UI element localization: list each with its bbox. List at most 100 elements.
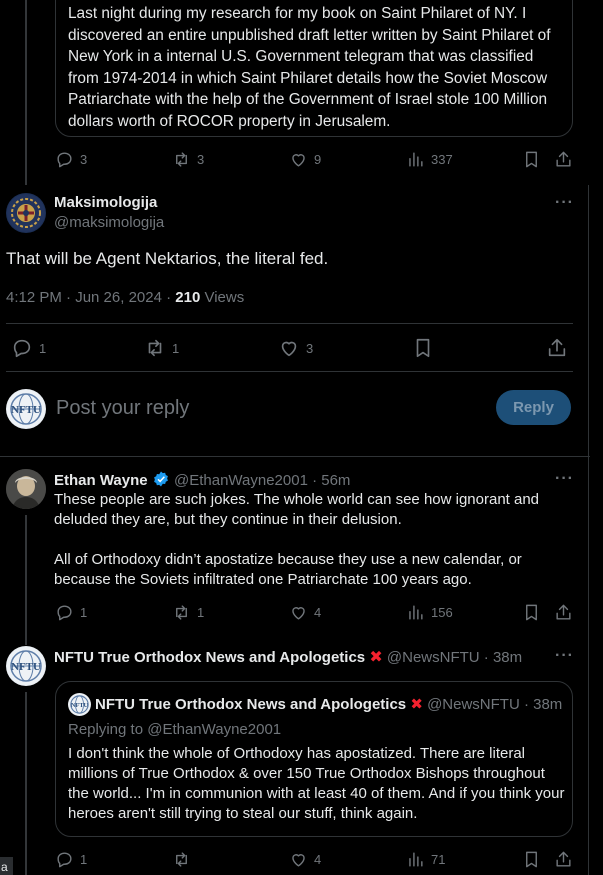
emblem-icon: [7, 194, 45, 232]
repost-action[interactable]: [172, 850, 191, 869]
views-count: 337: [431, 152, 453, 167]
like-count: 4: [314, 605, 322, 620]
author-name[interactable]: Ethan Wayne: [54, 472, 148, 489]
edge-label: a: [1, 860, 8, 874]
repost-action[interactable]: 3: [172, 150, 204, 169]
svg-text:NFTU: NFTU: [71, 702, 89, 709]
share-icon: [548, 338, 566, 357]
bookmark-action[interactable]: [412, 337, 434, 359]
divider: [0, 456, 590, 457]
bookmark-action[interactable]: [522, 603, 541, 622]
red-x-icon: ✖: [369, 649, 383, 666]
reply-action[interactable]: 1: [55, 850, 87, 869]
share-action[interactable]: [554, 850, 573, 869]
like-action[interactable]: 4: [289, 603, 321, 622]
svg-text:NFTU: NFTU: [11, 404, 41, 416]
views-count: 156: [431, 605, 453, 620]
views-count: 71: [431, 852, 446, 867]
like-action[interactable]: 3: [278, 337, 313, 359]
post-header: NFTU True Orthodox News and Apologetics …: [54, 647, 522, 667]
reply-button[interactable]: Reply: [496, 390, 571, 425]
author-name[interactable]: Maksimologija: [54, 194, 157, 211]
quoted-author-handle: @NewsNFTU: [427, 696, 520, 713]
like-action[interactable]: 4: [289, 850, 321, 869]
replying-to-handle[interactable]: @EthanWayne2001: [147, 721, 281, 738]
share-icon: [556, 851, 571, 867]
quoted-post-text: Last night during my research for my boo…: [68, 5, 551, 130]
like-count: 3: [306, 340, 314, 356]
verified-badge-icon: [153, 471, 168, 487]
reply-count: 1: [39, 340, 47, 356]
bookmark-icon: [526, 851, 537, 868]
views-label: Views: [200, 289, 245, 306]
post-text-paragraph: These people are such jokes. The whole w…: [54, 491, 540, 528]
post-meta: 4:12 PM · Jun 26, 2024 · 210 Views: [6, 289, 244, 306]
author-handle[interactable]: @NewsNFTU: [387, 649, 480, 666]
views-action[interactable]: 71: [406, 850, 445, 869]
post-time[interactable]: · 38m: [480, 649, 522, 666]
views-action[interactable]: 156: [406, 603, 453, 622]
repost-action[interactable]: 1: [144, 337, 179, 359]
thread-line: [25, 0, 27, 185]
nftu-logo-icon: NFTU: [7, 390, 45, 428]
replying-to: Replying to @EthanWayne2001: [68, 721, 281, 738]
heart-icon: [292, 607, 305, 620]
more-options-icon[interactable]: ···: [555, 194, 574, 212]
divider: [6, 371, 573, 372]
repost-count: 1: [172, 340, 180, 356]
reply-count: 1: [80, 605, 88, 620]
reply-icon: [57, 852, 72, 868]
divider: [6, 323, 573, 324]
bookmark-icon: [526, 604, 537, 621]
user-avatar[interactable]: NFTU: [6, 389, 46, 429]
views-icon: [409, 605, 423, 620]
author-handle[interactable]: @maksimologija: [54, 214, 164, 231]
reply-action[interactable]: 1: [11, 337, 46, 359]
like-action[interactable]: 9: [289, 150, 321, 169]
share-action[interactable]: [546, 337, 568, 359]
more-options-icon[interactable]: ···: [555, 470, 574, 488]
share-action[interactable]: [554, 150, 573, 169]
heart-icon: [292, 854, 305, 867]
more-options-icon[interactable]: ···: [555, 647, 574, 665]
author-handle[interactable]: @EthanWayne2001: [174, 472, 308, 489]
like-count: 4: [314, 852, 322, 867]
replying-to-label: Replying to: [68, 721, 148, 738]
repost-icon: [176, 605, 187, 620]
repost-action[interactable]: 1: [172, 603, 204, 622]
author-avatar[interactable]: NFTU: [6, 646, 46, 686]
nftu-logo-icon: NFTU: [68, 693, 91, 716]
quoted-post-time: · 38m: [519, 696, 563, 713]
bookmark-action[interactable]: [522, 150, 541, 169]
bookmark-action[interactable]: [522, 850, 541, 869]
reply-count: 3: [80, 152, 88, 167]
column-border: [588, 185, 589, 875]
views-action[interactable]: 337: [406, 150, 453, 169]
author-avatar[interactable]: [6, 469, 46, 509]
thread-line: [25, 515, 27, 645]
quoted-author-name: NFTU True Orthodox News and Apologetics: [95, 696, 407, 713]
edge-fragment: a: [0, 857, 13, 875]
nftu-logo-icon: NFTU: [7, 647, 45, 685]
repost-count: 3: [197, 152, 205, 167]
quoted-author-avatar: NFTU: [68, 693, 91, 716]
reply-input[interactable]: [56, 394, 476, 422]
views-number: 210: [175, 289, 201, 306]
reply-icon: [57, 605, 72, 621]
post-time[interactable]: · 56m: [308, 472, 350, 489]
bookmark-icon: [526, 151, 537, 168]
author-name[interactable]: NFTU True Orthodox News and Apologetics: [54, 649, 365, 666]
quoted-post-header: NFTU True Orthodox News and Apologetics …: [95, 695, 565, 713]
share-action[interactable]: [554, 603, 573, 622]
reply-action[interactable]: 1: [55, 603, 87, 622]
author-avatar[interactable]: [6, 193, 46, 233]
heart-icon: [281, 341, 297, 357]
reply-count: 1: [80, 852, 88, 867]
share-icon: [556, 604, 571, 620]
red-x-icon: ✖: [410, 696, 423, 713]
post-timestamp[interactable]: 4:12 PM · Jun 26, 2024 ·: [6, 289, 175, 306]
views-icon: [409, 152, 423, 167]
reply-action[interactable]: 3: [55, 150, 87, 169]
heart-icon: [292, 154, 305, 167]
svg-text:NFTU: NFTU: [11, 661, 41, 673]
